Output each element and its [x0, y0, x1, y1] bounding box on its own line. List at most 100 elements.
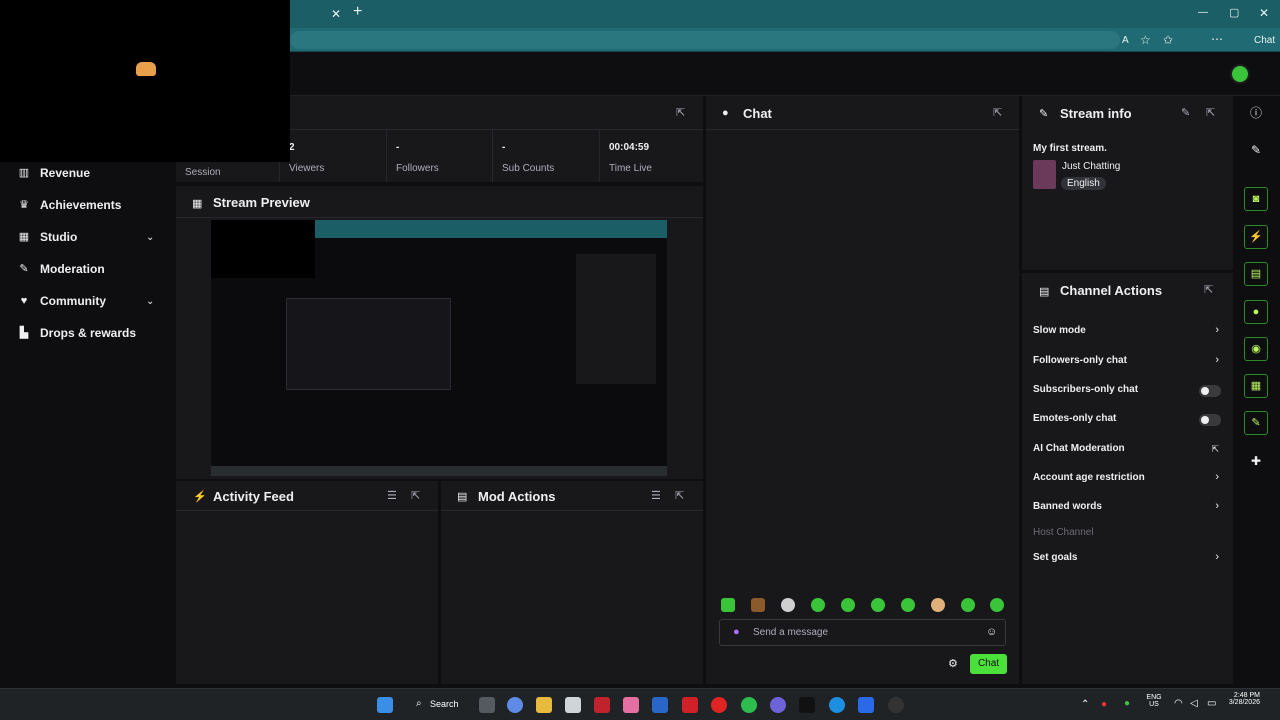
filter-icon[interactable]: ☰	[387, 489, 397, 502]
app-l-icon[interactable]	[682, 697, 698, 713]
stack-icon[interactable]: ▦	[1244, 374, 1268, 398]
chat-bubble-icon: ●	[722, 107, 729, 119]
edit-pencil-icon[interactable]: ✎	[1244, 138, 1268, 162]
slow-mode-row[interactable]: Slow mode ›	[1033, 322, 1223, 342]
copilot-chat-label[interactable]: Chat	[1254, 34, 1275, 48]
account-age-row[interactable]: Account age restriction ›	[1033, 469, 1223, 489]
banned-words-row[interactable]: Banned words ›	[1033, 498, 1223, 518]
popout-icon[interactable]: ⇱	[993, 106, 1002, 119]
store-icon[interactable]	[565, 697, 581, 713]
chat-input[interactable]: Send a message	[753, 627, 828, 638]
sidebar-item-drops-rewards[interactable]: ▙ Drops & rewards	[0, 319, 176, 347]
mail-icon[interactable]	[652, 697, 668, 713]
edge-icon[interactable]	[829, 697, 845, 713]
popout-icon[interactable]: ⇱	[411, 489, 420, 502]
info-icon[interactable]: ⓘ	[1244, 101, 1268, 125]
sub-counts-label: Sub Counts	[502, 163, 555, 174]
url-field[interactable]	[290, 31, 1120, 49]
maximize-icon[interactable]: ▢	[1229, 6, 1239, 20]
sidebar-item-achievements[interactable]: ♛ Achievements	[0, 191, 176, 219]
favorite-star-icon[interactable]: ☆	[1140, 33, 1151, 47]
popout-icon[interactable]: ⇱	[676, 106, 685, 119]
vpn-icon[interactable]	[770, 697, 786, 713]
category-box-art[interactable]	[1033, 160, 1056, 189]
chevron-down-icon[interactable]: ⌄	[146, 296, 154, 307]
filter-icon[interactable]: ☰	[651, 489, 661, 502]
followers-only-label: Followers-only chat	[1033, 355, 1127, 366]
chat-send-button[interactable]: Chat	[970, 654, 1007, 674]
region-code: US	[1149, 701, 1159, 708]
emoji-picker-icon[interactable]: ☺	[986, 626, 997, 638]
sidebar-item-community[interactable]: ♥ Community ⌄	[0, 287, 176, 315]
more-options-icon[interactable]: ⋯	[1211, 32, 1223, 46]
popout-icon[interactable]: ⇱	[675, 489, 684, 502]
x-icon[interactable]	[799, 697, 815, 713]
stream-preview-video[interactable]	[210, 219, 668, 477]
microphone-icon[interactable]: ●	[1124, 698, 1130, 709]
popout-icon[interactable]: ⇱	[1206, 106, 1215, 119]
user-avatar[interactable]	[1230, 64, 1250, 84]
emotes-only-toggle[interactable]	[1199, 414, 1221, 426]
chevron-down-icon[interactable]: ⌄	[146, 232, 154, 243]
banned-words-label: Banned words	[1033, 501, 1102, 512]
followers-only-row[interactable]: Followers-only chat ›	[1033, 352, 1223, 372]
emote-icon[interactable]	[901, 598, 915, 612]
chat-settings-icon[interactable]: ⚙	[948, 657, 958, 670]
chat-bubble-icon[interactable]: ●	[1244, 300, 1268, 324]
emote-icon[interactable]	[721, 598, 735, 612]
obs-icon[interactable]	[888, 697, 904, 713]
emote-icon[interactable]	[811, 598, 825, 612]
favorites-icon[interactable]: ✩	[1163, 33, 1173, 47]
edit-pencil-icon[interactable]: ✎	[1181, 106, 1190, 119]
clock[interactable]: 2:48 PM 3/28/2026	[1224, 692, 1260, 706]
emote-icon[interactable]	[990, 598, 1004, 612]
battery-icon[interactable]: ▭	[1207, 698, 1216, 709]
users-icon: ♥	[20, 295, 28, 307]
language-indicator[interactable]: ENG US	[1144, 694, 1164, 708]
popout-icon[interactable]: ⇱	[1204, 283, 1213, 296]
emote-icon[interactable]	[931, 598, 945, 612]
taskbar-search[interactable]: ⌕ Search	[412, 697, 460, 713]
ai-chat-moderation-row[interactable]: AI Chat Moderation ⇱	[1033, 440, 1223, 460]
window-close-icon[interactable]: ✕	[1259, 6, 1269, 20]
emote-icon[interactable]	[841, 598, 855, 612]
add-widget-icon[interactable]: ✚	[1244, 449, 1268, 473]
microphone-icon[interactable]: ●	[733, 626, 740, 638]
new-tab-icon[interactable]: +	[353, 4, 362, 20]
sidebar-item-revenue[interactable]: ▥ Revenue	[0, 159, 176, 187]
clip-icon[interactable]: ◙	[1244, 187, 1268, 211]
wifi-icon[interactable]: ◠	[1174, 698, 1183, 709]
emote-icon[interactable]	[781, 598, 795, 612]
category-name[interactable]: Just Chatting	[1062, 161, 1120, 172]
task-view-icon[interactable]	[479, 697, 495, 713]
sidebar-item-moderation[interactable]: ✎ Moderation	[0, 255, 176, 283]
chevron-up-icon[interactable]: ⌃	[1081, 699, 1089, 710]
host-channel-label: Host Channel	[1033, 527, 1094, 538]
subscribers-only-toggle[interactable]	[1199, 385, 1221, 397]
emote-icon[interactable]	[751, 598, 765, 612]
tray-icon[interactable]: ●	[1101, 699, 1107, 710]
emote-icon[interactable]	[961, 598, 975, 612]
lightning-icon[interactable]: ⚡	[1244, 225, 1268, 249]
security-app-icon[interactable]	[594, 697, 610, 713]
set-goals-row[interactable]: Set goals ›	[1033, 549, 1223, 569]
minimize-icon[interactable]: —	[1198, 6, 1208, 20]
youtube-icon[interactable]	[711, 697, 727, 713]
app-b-icon[interactable]	[858, 697, 874, 713]
volume-icon[interactable]: ◁	[1190, 698, 1198, 709]
file-explorer-icon[interactable]	[536, 697, 552, 713]
broadcast-icon[interactable]: ◉	[1244, 337, 1268, 361]
windows-start-icon[interactable]	[377, 697, 393, 713]
whatsapp-icon[interactable]	[741, 697, 757, 713]
chat-input-box[interactable]: ● Send a message ☺	[719, 619, 1006, 646]
sidebar-item-studio[interactable]: ▦ Studio ⌄	[0, 223, 176, 251]
read-aloud-icon[interactable]: A	[1122, 34, 1129, 48]
clipboard-icon: ▤	[1039, 286, 1050, 298]
close-tab-icon[interactable]: ✕	[331, 7, 341, 21]
chevron-right-icon: ›	[1215, 354, 1219, 366]
notes-icon[interactable]: ▤	[1244, 262, 1268, 286]
emote-icon[interactable]	[871, 598, 885, 612]
copilot-app-icon[interactable]	[507, 697, 523, 713]
app-icon[interactable]	[623, 697, 639, 713]
wrench-icon[interactable]: ✎	[1244, 411, 1268, 435]
